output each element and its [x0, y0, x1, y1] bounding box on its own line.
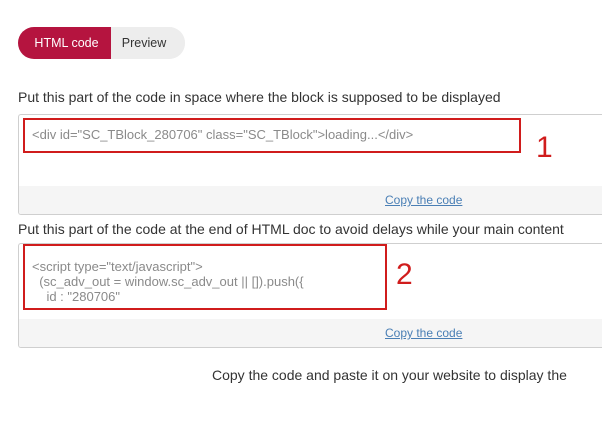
annotation-number-2: 2 [396, 258, 413, 291]
footer-text: Copy the code and paste it on your websi… [212, 367, 567, 383]
copy-code-button-2[interactable]: Copy the code [385, 326, 462, 340]
code-box-1-footer: Copy the code [19, 186, 602, 214]
section2-instruction: Put this part of the code at the end of … [18, 221, 564, 237]
code-box-2-footer: Copy the code [19, 319, 602, 347]
tab-html-code[interactable]: HTML code [18, 27, 111, 59]
section1-instruction: Put this part of the code in space where… [18, 89, 501, 105]
annotation-number-1: 1 [536, 131, 553, 164]
code-preview-toggle: HTML code Preview [18, 27, 185, 59]
annotation-frame-2 [23, 244, 387, 310]
annotation-frame-1 [23, 118, 521, 153]
copy-code-button-1[interactable]: Copy the code [385, 193, 462, 207]
tab-preview[interactable]: Preview [111, 27, 185, 59]
